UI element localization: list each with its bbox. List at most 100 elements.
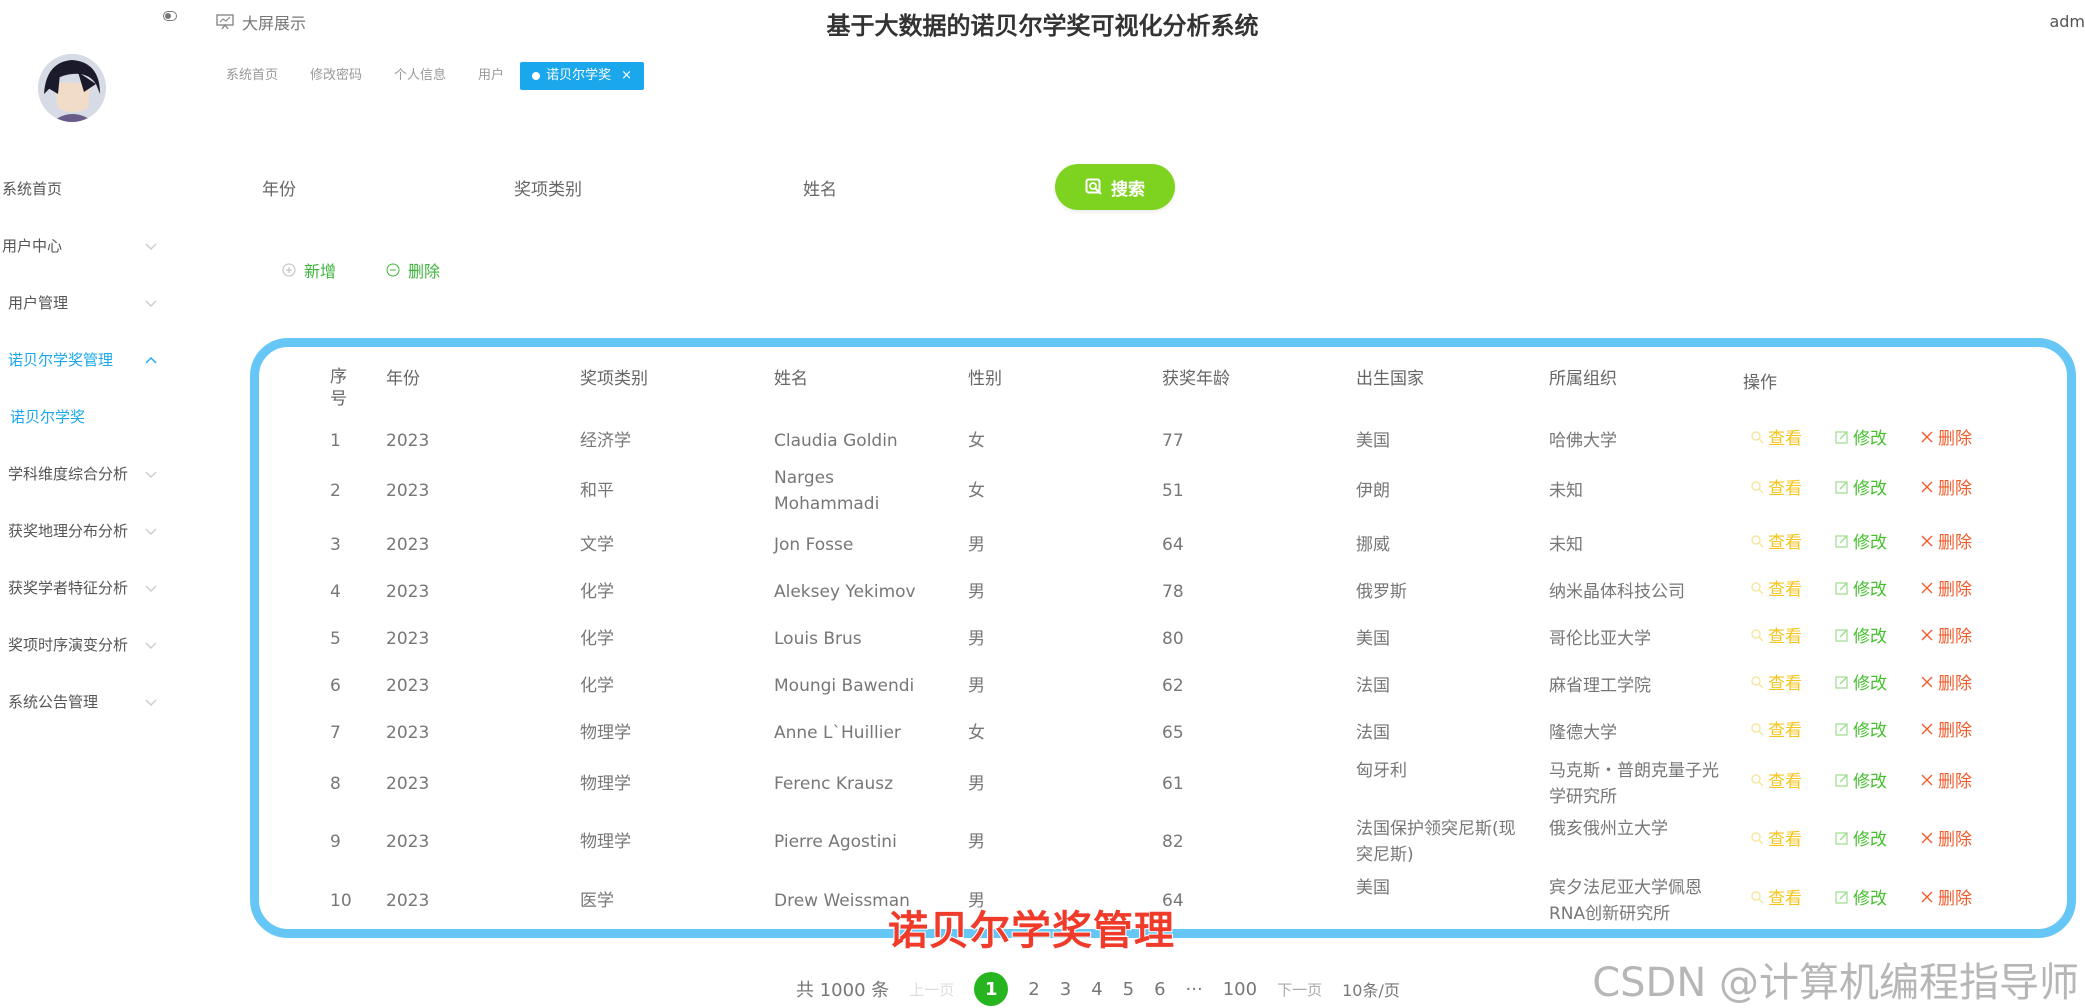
delete-row-button[interactable]: 删除	[1920, 622, 1972, 647]
sidebar-item-announcements[interactable]: 系统公告管理	[0, 673, 170, 730]
delete-row-button[interactable]: 删除	[1920, 424, 1972, 449]
sidebar-item-user-center[interactable]: 用户中心	[0, 217, 170, 274]
delete-row-button[interactable]: 删除	[1920, 825, 1972, 850]
edit-row-button[interactable]: 修改	[1835, 825, 1887, 850]
edit-row-button[interactable]: 修改	[1835, 528, 1887, 553]
delete-row-button[interactable]: 删除	[1920, 575, 1972, 600]
name-filter[interactable]: 姓名	[803, 175, 837, 200]
table-cell-gender: 女	[968, 481, 985, 501]
column-header-gender[interactable]: 性别	[968, 368, 1002, 390]
delete-row-button[interactable]: 删除	[1920, 474, 1972, 499]
view-row-button[interactable]: 查看	[1750, 622, 1802, 647]
sidebar-item-nobel-prize[interactable]: 诺贝尔学奖	[0, 388, 170, 445]
table-cell-country: 匈牙利	[1356, 761, 1407, 781]
column-header-category[interactable]: 奖项类别	[580, 368, 648, 390]
table-cell-name: Narges Mohammadi	[774, 468, 880, 514]
delete-row-button-label: 删除	[1938, 830, 1972, 850]
tab-nobel-prize[interactable]: 诺贝尔学奖 ×	[520, 62, 644, 90]
pagination-page-2[interactable]: 2	[1028, 979, 1039, 1000]
pagination-page-6[interactable]: 6	[1154, 979, 1165, 1000]
pagination-page-3[interactable]: 3	[1060, 979, 1071, 1000]
chevron-down-icon	[145, 471, 157, 478]
edit-row-button[interactable]: 修改	[1835, 575, 1887, 600]
batch-delete-button[interactable]: 删除	[386, 258, 440, 282]
column-header-organization[interactable]: 所属组织	[1549, 368, 1617, 390]
view-row-button[interactable]: 查看	[1750, 825, 1802, 850]
edit-row-button[interactable]: 修改	[1835, 669, 1887, 694]
edit-row-button[interactable]: 修改	[1835, 622, 1887, 647]
sidebar-item-nobel-management[interactable]: 诺贝尔学奖管理	[0, 331, 170, 388]
pagination-page-size[interactable]: 10条/页	[1342, 977, 1400, 1001]
view-row-button[interactable]: 查看	[1750, 884, 1802, 909]
add-button[interactable]: 新增	[282, 258, 336, 282]
view-row-button[interactable]: 查看	[1750, 575, 1802, 600]
bigscreen-link[interactable]: 大屏展示	[216, 10, 306, 34]
delete-row-button[interactable]: 删除	[1920, 767, 1972, 792]
table-cell-index: 10	[330, 891, 352, 911]
edit-row-button-label: 修改	[1853, 627, 1887, 647]
close-icon	[1921, 535, 1933, 546]
edit-row-button-label: 修改	[1853, 889, 1887, 909]
avatar[interactable]	[38, 54, 106, 122]
view-row-button[interactable]: 查看	[1750, 669, 1802, 694]
view-icon	[1751, 534, 1764, 547]
pagination-ellipsis[interactable]: ···	[1186, 979, 1203, 1000]
table-cell-category: 物理学	[580, 832, 631, 852]
delete-row-button[interactable]: 删除	[1920, 528, 1972, 553]
tab-users[interactable]: 用户	[462, 62, 520, 90]
column-header-name[interactable]: 姓名	[774, 368, 808, 390]
tab-home[interactable]: 系统首页	[210, 62, 294, 90]
pagination-page-4[interactable]: 4	[1091, 979, 1102, 1000]
edit-row-button[interactable]: 修改	[1835, 716, 1887, 741]
user-name[interactable]: adm	[2049, 12, 2085, 31]
table-cell-year: 2023	[386, 832, 430, 852]
view-row-button[interactable]: 查看	[1750, 716, 1802, 741]
add-button-label: 新增	[304, 262, 337, 281]
view-row-button-label: 查看	[1768, 721, 1802, 741]
view-row-button[interactable]: 查看	[1750, 767, 1802, 792]
sidebar-item-geo-analysis[interactable]: 获奖地理分布分析	[0, 502, 170, 559]
edit-row-button[interactable]: 修改	[1835, 884, 1887, 909]
view-icon	[1751, 675, 1764, 688]
sidebar-toggle-icon[interactable]	[163, 11, 177, 21]
close-icon[interactable]: ×	[621, 62, 632, 90]
sidebar-item-laureate-analysis[interactable]: 获奖学者特征分析	[0, 559, 170, 616]
pagination-prev[interactable]: 上一页	[909, 979, 954, 1000]
delete-row-button[interactable]: 删除	[1920, 884, 1972, 909]
delete-row-button[interactable]: 删除	[1920, 716, 1972, 741]
sidebar-item-discipline-analysis[interactable]: 学科维度综合分析	[0, 445, 170, 502]
table-cell-index: 8	[330, 774, 341, 794]
pagination-page-5[interactable]: 5	[1123, 979, 1134, 1000]
sidebar-item-label: 获奖地理分布分析	[8, 522, 129, 540]
table-cell-age: 51	[1162, 481, 1184, 501]
view-row-button[interactable]: 查看	[1750, 528, 1802, 553]
column-header-country[interactable]: 出生国家	[1356, 368, 1424, 390]
column-header-year[interactable]: 年份	[386, 368, 420, 390]
view-row-button[interactable]: 查看	[1750, 424, 1802, 449]
pagination-total: 共 1000 条	[796, 980, 890, 1001]
tab-profile[interactable]: 个人信息	[378, 62, 462, 90]
edit-icon	[1835, 628, 1848, 642]
column-header-age[interactable]: 获奖年龄	[1162, 368, 1230, 390]
category-filter[interactable]: 奖项类别	[514, 175, 582, 200]
sidebar-item-label: 奖项时序演变分析	[8, 636, 129, 654]
sidebar: 系统首页 用户中心 用户管理 诺贝尔学奖管理 诺贝尔学奖 学科维度综合分析 获奖…	[0, 160, 170, 730]
sidebar-item-home[interactable]: 系统首页	[0, 160, 170, 217]
view-row-button[interactable]: 查看	[1750, 474, 1802, 499]
delete-row-button[interactable]: 删除	[1920, 669, 1972, 694]
pagination-page-100[interactable]: 100	[1223, 979, 1257, 1000]
edit-row-button[interactable]: 修改	[1835, 767, 1887, 792]
pagination-next[interactable]: 下一页	[1277, 979, 1322, 1000]
year-filter[interactable]: 年份	[262, 175, 296, 200]
edit-row-button[interactable]: 修改	[1835, 474, 1887, 499]
edit-row-button[interactable]: 修改	[1835, 424, 1887, 449]
sidebar-item-user-management[interactable]: 用户管理	[0, 274, 170, 331]
tab-change-password[interactable]: 修改密码	[294, 62, 378, 90]
sidebar-item-timeline-analysis[interactable]: 奖项时序演变分析	[0, 616, 170, 673]
close-icon	[1921, 832, 1933, 843]
search-button[interactable]: 搜索	[1055, 164, 1175, 210]
table-cell-year: 2023	[386, 535, 430, 555]
table-cell-category: 物理学	[580, 774, 631, 794]
pagination-page-1[interactable]: 1	[974, 972, 1009, 1006]
table-cell-country: 法国	[1356, 723, 1390, 743]
